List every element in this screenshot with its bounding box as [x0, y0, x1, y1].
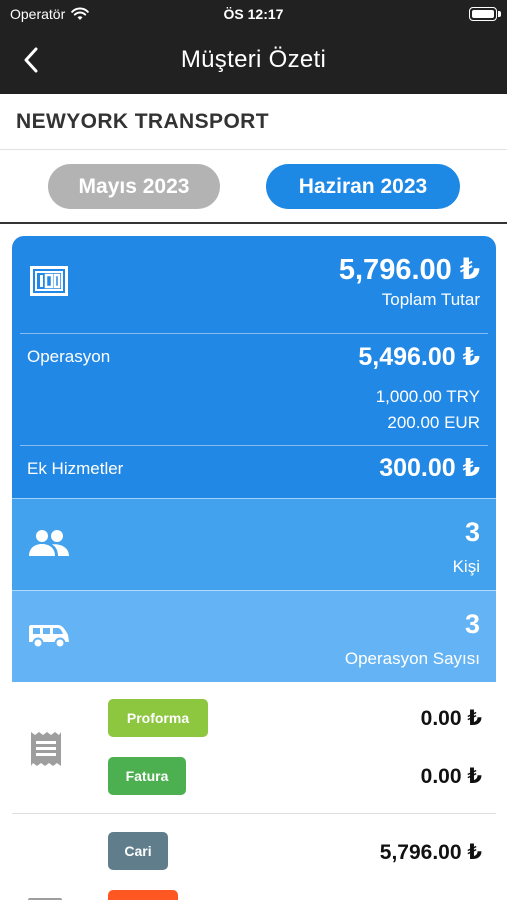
status-bar: Operatör ÖS 12:17 — [0, 0, 507, 28]
operation-value: 5,496.00 ₺ — [358, 343, 480, 371]
operations-count-label: Operasyon Sayısı — [344, 649, 480, 668]
total-amount-value: 5,796.00 ₺ — [338, 254, 480, 286]
divider — [20, 333, 488, 334]
operation-eur-value: 200.00 EUR — [387, 413, 480, 432]
company-header: NEWYORK TRANSPORT — [0, 94, 507, 150]
operation-try-value: 1,000.00 TRY — [375, 387, 480, 406]
extra-services-label: Ek Hizmetler — [27, 459, 124, 478]
summary-card: 5,796.00 ₺ Toplam Tutar Operasyon 5,496.… — [12, 236, 496, 900]
extra-services-value: 300.00 ₺ — [379, 454, 480, 482]
amount-summary-section: 5,796.00 ₺ Toplam Tutar Operasyon 5,496.… — [12, 236, 496, 498]
van-icon — [29, 625, 69, 649]
accounts-section: Cari 5,796.00 ₺ — [12, 814, 496, 900]
company-name: NEWYORK TRANSPORT — [16, 110, 269, 133]
battery-icon — [469, 7, 501, 21]
account-tag[interactable] — [108, 890, 178, 900]
people-count: 3 — [464, 517, 480, 547]
documents-section: Proforma 0.00 ₺ Fatura 0.00 ₺ — [12, 682, 496, 814]
month-selector: Mayıs 2023 Haziran 2023 — [0, 150, 507, 224]
page-title: Müşteri Özeti — [180, 46, 327, 73]
proforma-tag[interactable]: Proforma — [108, 699, 208, 737]
people-label: Kişi — [452, 557, 480, 576]
receipt-icon — [31, 732, 61, 766]
operations-count-section: 3 Operasyon Sayısı — [12, 590, 496, 682]
current-month-button[interactable]: Haziran 2023 — [266, 164, 460, 209]
document-icon — [28, 898, 62, 900]
total-amount-label: Toplam Tutar — [381, 290, 480, 309]
proforma-amount: 0.00 ₺ — [420, 707, 482, 730]
people-section: 3 Kişi — [12, 498, 496, 590]
invoice-amount: 0.00 ₺ — [420, 765, 482, 788]
clock: ÖS 12:17 — [223, 6, 284, 22]
people-icon — [29, 530, 69, 556]
current-account-amount: 5,796.00 ₺ — [379, 841, 482, 864]
divider — [20, 445, 488, 446]
current-account-tag[interactable]: Cari — [108, 832, 168, 870]
navigation-bar: Müşteri Özeti — [0, 28, 507, 94]
previous-month-button[interactable]: Mayıs 2023 — [48, 164, 220, 209]
operation-label: Operasyon — [27, 347, 111, 366]
money-icon — [30, 266, 68, 296]
invoice-tag[interactable]: Fatura — [108, 757, 186, 795]
operations-count: 3 — [464, 609, 480, 639]
